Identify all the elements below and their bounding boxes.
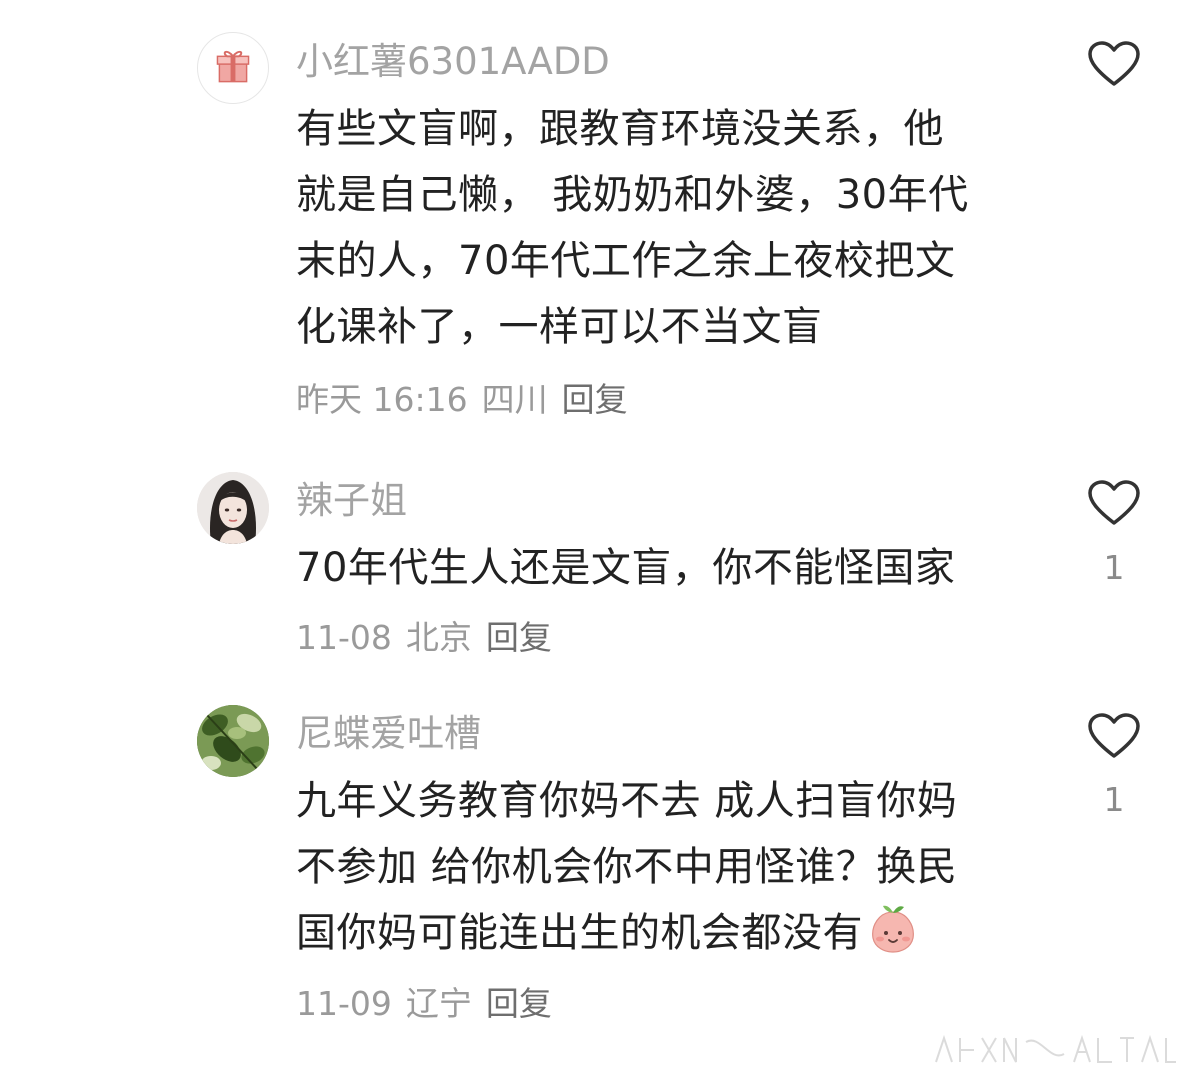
comment-location: 辽宁: [405, 984, 472, 1023]
comment-content: 有些文盲啊，跟教育环境没关系，他 就是自己懒， 我奶奶和外婆，30年代 末的人，…: [296, 96, 1036, 360]
comment-content: 70年代生人还是文盲，你不能怪国家: [296, 535, 1036, 601]
peach-face-emoji: [872, 905, 914, 953]
avatar[interactable]: [197, 32, 269, 104]
reply-button[interactable]: 回复: [486, 984, 552, 1023]
gift-icon: [216, 50, 250, 83]
content-line: 化课补了，一样可以不当文盲: [296, 304, 823, 350]
content-line: 国你妈可能连出生的机会都没有: [296, 910, 863, 956]
content-line: 就是自己懒， 我奶奶和外婆，30年代: [296, 172, 969, 218]
reply-button[interactable]: 回复: [562, 380, 628, 419]
heart-icon[interactable]: [1087, 479, 1141, 527]
heart-icon[interactable]: [1087, 712, 1141, 760]
avatar[interactable]: [197, 472, 269, 544]
like-count: 1: [1103, 780, 1125, 819]
content-line: 末的人，70年代工作之余上夜校把文: [296, 238, 956, 284]
watermark: [935, 1034, 1176, 1063]
content-line: 九年义务教育你妈不去 成人扫盲你妈: [296, 778, 958, 824]
comment-meta: 11-09 辽宁 回复: [296, 982, 552, 1026]
comment-content: 九年义务教育你妈不去 成人扫盲你妈 不参加 给你机会你不中用怪谁？换民 国你妈可…: [296, 768, 1036, 966]
avatar[interactable]: [197, 705, 269, 777]
green-leaves-avatar: [197, 705, 269, 777]
comment-location: 四川: [481, 380, 548, 419]
comment-username[interactable]: 辣子姐: [296, 478, 407, 524]
comment-time: 11-08: [296, 618, 392, 657]
woman-portrait-avatar: [197, 472, 269, 544]
content-line: 有些文盲啊，跟教育环境没关系，他: [296, 106, 944, 152]
comment-username[interactable]: 小红薯6301AADD: [296, 39, 610, 85]
comment-location: 北京: [405, 618, 472, 657]
content-line-with-emoji: 国你妈可能连出生的机会都没有: [296, 900, 1036, 966]
content-line: 不参加 给你机会你不中用怪谁？换民: [296, 844, 958, 890]
content-line: 70年代生人还是文盲，你不能怪国家: [296, 545, 956, 591]
heart-icon[interactable]: [1087, 40, 1141, 88]
comment-meta: 昨天 16:16 四川 回复: [296, 378, 628, 422]
comment-username[interactable]: 尼蝶爱吐槽: [296, 711, 481, 757]
comment-time: 11-09: [296, 984, 392, 1023]
comment-meta: 11-08 北京 回复: [296, 616, 552, 660]
like-count: 1: [1103, 548, 1125, 587]
reply-button[interactable]: 回复: [486, 618, 552, 657]
comment-time: 昨天 16:16: [296, 380, 468, 419]
